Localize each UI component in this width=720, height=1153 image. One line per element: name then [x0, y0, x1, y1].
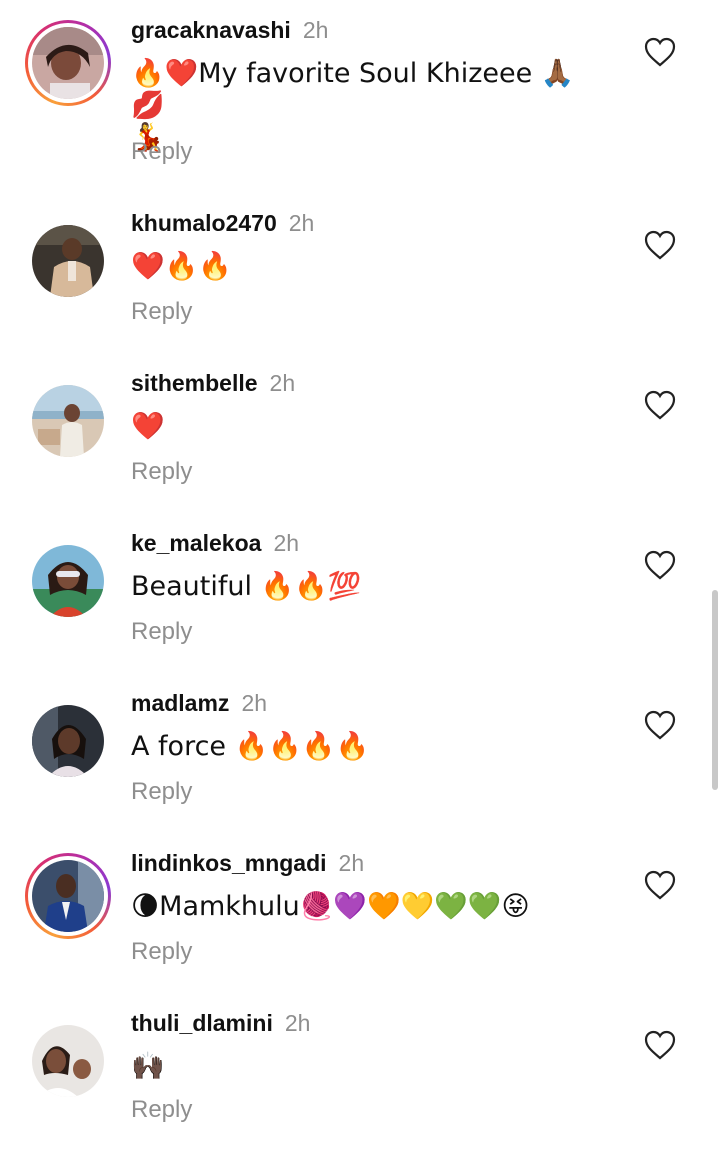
avatar [32, 225, 104, 297]
comment-time: 2h [273, 530, 300, 556]
comment-time: 2h [284, 1010, 311, 1036]
comment-username[interactable]: khumalo2470 2h [131, 210, 314, 237]
scrollbar[interactable] [712, 590, 718, 790]
avatar [32, 705, 104, 777]
comment-item: sithembelle 2h ❤️ Reply [0, 353, 720, 513]
comment-time: 2h [241, 690, 268, 716]
comment-time: 2h [269, 370, 296, 396]
comment-text: 🌘Mamkhulu🧶💜🧡💛💚💚😝 [131, 891, 530, 922]
avatar [32, 1025, 104, 1097]
comment-item: gracaknavashi 2h 🔥❤️My favorite Soul Khiz… [0, 0, 720, 165]
avatar-wrapper[interactable] [25, 698, 111, 784]
reply-button[interactable]: Reply [131, 778, 192, 806]
avatar-story-ring[interactable] [25, 20, 111, 106]
comment-username[interactable]: gracaknavashi 2h [131, 17, 328, 44]
comment-text: ❤️🔥🔥 [131, 251, 232, 282]
comment-time: 2h [302, 17, 329, 43]
comment-item: ke_malekoa 2h Beautiful 🔥🔥💯 Reply [0, 513, 720, 673]
comment-text: ❤️ [131, 411, 165, 442]
comment-item: khumalo2470 2h ❤️🔥🔥 Reply [0, 193, 720, 353]
comment-item: madlamz 2h A force 🔥🔥🔥🔥 Reply [0, 673, 720, 833]
heart-outline-icon[interactable] [643, 1029, 677, 1061]
avatar [32, 860, 104, 932]
comment-time: 2h [338, 850, 365, 876]
comment-username[interactable]: madlamz 2h [131, 690, 267, 717]
reply-button[interactable]: Reply [131, 618, 192, 646]
avatar-wrapper[interactable] [25, 218, 111, 304]
heart-outline-icon[interactable] [643, 36, 677, 68]
heart-outline-icon[interactable] [643, 709, 677, 741]
avatar-story-ring[interactable] [25, 853, 111, 939]
comment-text: 🔥❤️My favorite Soul Khizeee 🙏🏾💋 💃 [131, 58, 575, 153]
reply-button[interactable]: Reply [131, 138, 192, 166]
heart-outline-icon[interactable] [643, 229, 677, 261]
heart-outline-icon[interactable] [643, 869, 677, 901]
comment-username[interactable]: ke_malekoa 2h [131, 530, 299, 557]
comment-username[interactable]: thuli_dlamini 2h [131, 1010, 310, 1037]
comment-username[interactable]: lindinkos_mngadi 2h [131, 850, 364, 877]
avatar [32, 385, 104, 457]
avatar [32, 27, 104, 99]
heart-outline-icon[interactable] [643, 389, 677, 421]
heart-outline-icon[interactable] [643, 549, 677, 581]
avatar-wrapper[interactable] [25, 538, 111, 624]
comment-text: 🙌🏿 [131, 1051, 165, 1082]
comment-time: 2h [288, 210, 315, 236]
comment-text: Beautiful 🔥🔥💯 [131, 571, 362, 602]
comment-text: A force 🔥🔥🔥🔥 [131, 731, 370, 762]
reply-button[interactable]: Reply [131, 458, 192, 486]
reply-button[interactable]: Reply [131, 1096, 192, 1124]
avatar-wrapper[interactable] [25, 1018, 111, 1104]
reply-button[interactable]: Reply [131, 938, 192, 966]
avatar [32, 545, 104, 617]
avatar-wrapper[interactable] [25, 378, 111, 464]
reply-button[interactable]: Reply [131, 298, 192, 326]
comment-username[interactable]: sithembelle 2h [131, 370, 295, 397]
comment-item: lindinkos_mngadi 2h 🌘Mamkhulu🧶💜🧡💛💚💚😝 Repl… [0, 833, 720, 993]
comment-item: thuli_dlamini 2h 🙌🏿 Reply [0, 993, 720, 1153]
